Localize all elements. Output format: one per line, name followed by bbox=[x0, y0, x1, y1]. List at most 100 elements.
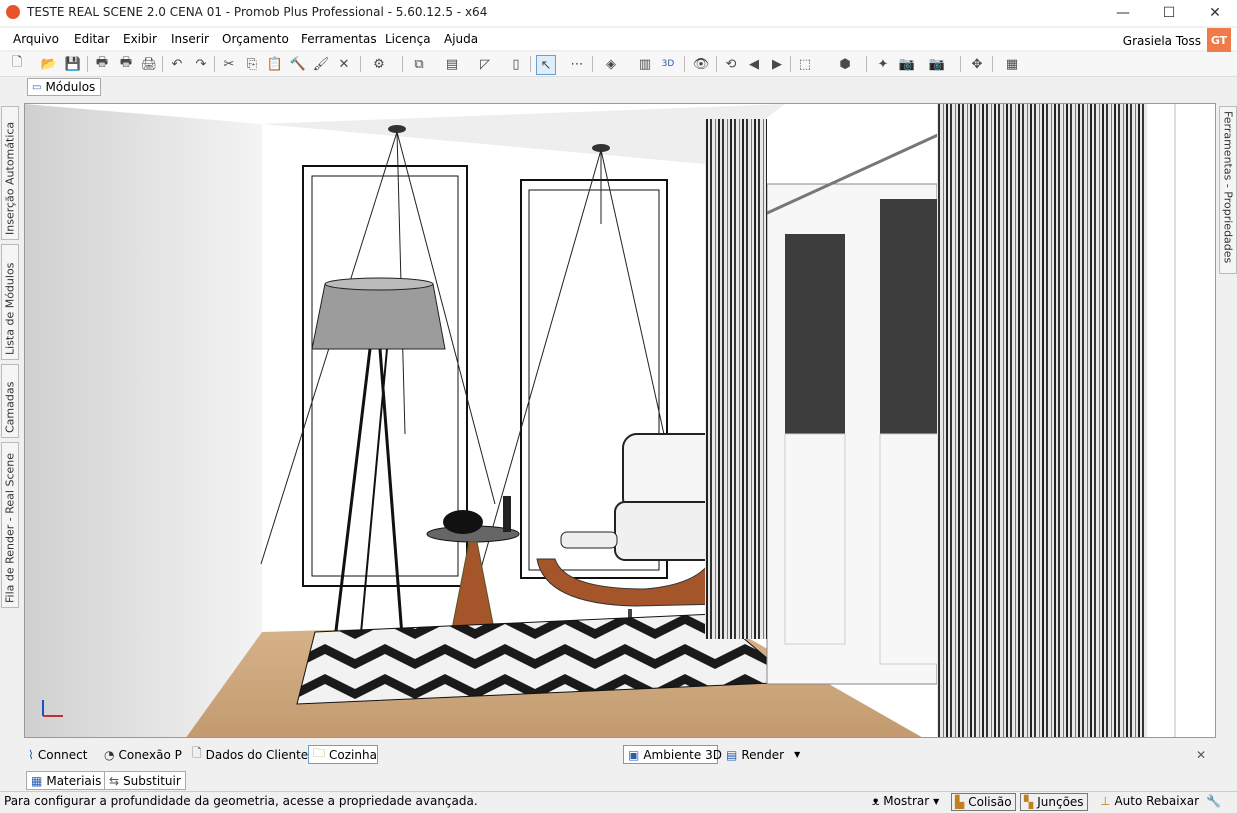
layout-icon[interactable]: ▦ bbox=[1003, 55, 1021, 73]
tab-lista-de-modulos[interactable]: Lista de Módulos bbox=[1, 244, 19, 360]
save-icon[interactable]: 💾 bbox=[64, 55, 82, 73]
select-arrow-icon[interactable]: ↖ bbox=[536, 55, 556, 75]
rss-icon: ⌇ bbox=[28, 747, 34, 762]
group-icon[interactable]: ⧉ bbox=[410, 55, 428, 73]
camera-settings-icon[interactable]: 📷 bbox=[928, 55, 946, 73]
cut-icon[interactable]: ✂ bbox=[220, 55, 238, 73]
tab-insercao-automatica[interactable]: Inserção Automática bbox=[1, 106, 19, 240]
modulos-tab[interactable]: ▭ Módulos bbox=[27, 78, 101, 96]
collision-icon: ▙ bbox=[955, 795, 965, 809]
stack-icon[interactable]: ◈ bbox=[602, 55, 620, 73]
redo-icon[interactable]: ↷ bbox=[192, 55, 210, 73]
user-avatar[interactable]: GT bbox=[1207, 28, 1231, 52]
mostrar-label: Mostrar bbox=[883, 794, 930, 808]
toolbar-separator bbox=[214, 56, 215, 72]
app-logo-icon[interactable] bbox=[6, 5, 20, 19]
tab-dados-do-cliente[interactable]: 🗋 Dados do Cliente bbox=[188, 745, 312, 764]
tab-ferramentas-propriedades[interactable]: Ferramentas - Propriedades bbox=[1219, 106, 1237, 274]
print-icon[interactable]: 🖶 bbox=[93, 55, 111, 73]
open-folder-icon[interactable]: 📂 bbox=[40, 55, 58, 73]
tab-materiais[interactable]: ▦ Materiais bbox=[26, 771, 107, 790]
viewport-3d[interactable] bbox=[24, 103, 1216, 738]
tab-cozinha[interactable]: 🗀 Cozinha bbox=[308, 745, 378, 764]
view-box-icon[interactable]: ⬚ bbox=[796, 55, 814, 73]
toolbar-separator bbox=[960, 56, 961, 72]
toolbar-separator bbox=[716, 56, 717, 72]
lasso-icon[interactable]: ◸ bbox=[476, 55, 494, 73]
tab-fila-de-render[interactable]: Fila de Render - Real Scene bbox=[1, 442, 19, 608]
juncoes-toggle[interactable]: ▚ Junções bbox=[1020, 793, 1088, 811]
toolbar-separator bbox=[684, 56, 685, 72]
delete-icon[interactable]: ✕ bbox=[335, 55, 353, 73]
menu-inserir[interactable]: Inserir bbox=[171, 32, 209, 46]
menu-ferramentas[interactable]: Ferramentas bbox=[301, 32, 377, 46]
status-message: Para configurar a profundidade da geomet… bbox=[4, 794, 478, 808]
tab-camadas[interactable]: Camadas bbox=[1, 364, 19, 438]
camera-icon[interactable]: 📷 bbox=[898, 55, 916, 73]
colisao-toggle[interactable]: ▙ Colisão bbox=[951, 793, 1016, 811]
copy-icon[interactable]: ⎘ bbox=[243, 55, 261, 73]
junction-icon: ▚ bbox=[1024, 795, 1034, 809]
tab-lista-de-modulos-label: Lista de Módulos bbox=[3, 262, 17, 355]
chevron-down-icon: ▼ bbox=[933, 796, 940, 806]
forward-icon[interactable]: ▶ bbox=[768, 55, 786, 73]
floor-lamp-shade bbox=[311, 283, 446, 350]
render-sphere-icon[interactable]: ⚙ bbox=[370, 55, 388, 73]
tab-connect-label: Connect bbox=[37, 747, 88, 762]
tab-insercao-automatica-label: Inserção Automática bbox=[3, 121, 17, 235]
tab-connect[interactable]: ⌇ Connect bbox=[24, 745, 91, 764]
pendant-light-1 bbox=[388, 125, 406, 133]
print-preview-icon[interactable]: 🖶 bbox=[117, 55, 135, 73]
paint-icon[interactable]: 🖌 bbox=[312, 55, 330, 73]
rotate-icon[interactable]: ⟲ bbox=[722, 55, 740, 73]
tab-ambiente-3d[interactable]: ▣ Ambiente 3D bbox=[623, 745, 722, 764]
chevron-down-icon[interactable]: ▼ bbox=[794, 750, 800, 759]
tab-dados-do-cliente-label: Dados do Cliente bbox=[205, 747, 309, 762]
tab-ambiente-3d-label: Ambiente 3D bbox=[643, 747, 722, 762]
cube-icon[interactable]: ⬢ bbox=[836, 55, 854, 73]
menu-editar[interactable]: Editar bbox=[74, 32, 110, 46]
tab-conexao-p[interactable]: ◔ Conexão P bbox=[100, 745, 186, 764]
vase bbox=[443, 510, 483, 534]
user-name[interactable]: Grasiela Toss bbox=[1123, 34, 1201, 48]
printer-icon[interactable]: 🖨 bbox=[140, 55, 158, 73]
3d-icon[interactable]: 3D bbox=[659, 55, 677, 73]
back-icon[interactable]: ◀ bbox=[745, 55, 763, 73]
new-file-icon[interactable]: 🗋 bbox=[8, 55, 26, 73]
move-icon[interactable]: ✥ bbox=[968, 55, 986, 73]
close-tab-button[interactable]: ✕ bbox=[1192, 745, 1210, 764]
settings-tool-icon[interactable]: 🔧 bbox=[1206, 794, 1221, 808]
minimize-button[interactable]: — bbox=[1100, 0, 1146, 26]
wall-icon[interactable]: ▯ bbox=[507, 55, 525, 73]
tab-conexao-p-label: Conexão P bbox=[118, 747, 182, 762]
paste-icon[interactable]: 📋 bbox=[266, 55, 284, 73]
menu-ajuda[interactable]: Ajuda bbox=[444, 32, 478, 46]
document-icon: 🗋 bbox=[192, 746, 202, 760]
left-wall bbox=[25, 104, 262, 737]
maximize-button[interactable]: ☐ bbox=[1146, 0, 1192, 26]
auto-rebaixar-label: Auto Rebaixar bbox=[1114, 794, 1200, 808]
curtain-right bbox=[937, 104, 1147, 737]
toolbar-separator bbox=[866, 56, 867, 72]
hammer-icon[interactable]: 🔨 bbox=[289, 55, 307, 73]
undo-icon[interactable]: ↶ bbox=[168, 55, 186, 73]
light-icon[interactable]: ✦ bbox=[874, 55, 892, 73]
mostrar-button[interactable]: ᴥ Mostrar ▼ bbox=[872, 794, 939, 808]
tab-render[interactable]: ▤ Render ▼ bbox=[722, 745, 804, 764]
window-glass-1 bbox=[785, 234, 845, 434]
eye-icon[interactable]: 👁 bbox=[692, 55, 710, 73]
scene-render bbox=[25, 104, 1215, 737]
tab-substituir[interactable]: ⇆ Substituir bbox=[104, 771, 186, 790]
close-button[interactable]: ✕ bbox=[1192, 0, 1237, 26]
modulos-tab-label: Módulos bbox=[45, 80, 96, 94]
tab-ferramentas-propriedades-label: Ferramentas - Propriedades bbox=[1221, 111, 1235, 264]
toolbar-separator bbox=[992, 56, 993, 72]
menu-orcamento[interactable]: Orçamento bbox=[222, 32, 289, 46]
menu-licenca[interactable]: Licença bbox=[385, 32, 431, 46]
menu-exibir[interactable]: Exibir bbox=[123, 32, 157, 46]
layers-icon[interactable]: ▤ bbox=[443, 55, 461, 73]
book-icon[interactable]: ▥ bbox=[636, 55, 654, 73]
menu-arquivo[interactable]: Arquivo bbox=[13, 32, 59, 46]
auto-rebaixar-toggle[interactable]: ⊥ Auto Rebaixar bbox=[1100, 794, 1199, 808]
measure-icon[interactable]: ⋯ bbox=[568, 55, 586, 73]
